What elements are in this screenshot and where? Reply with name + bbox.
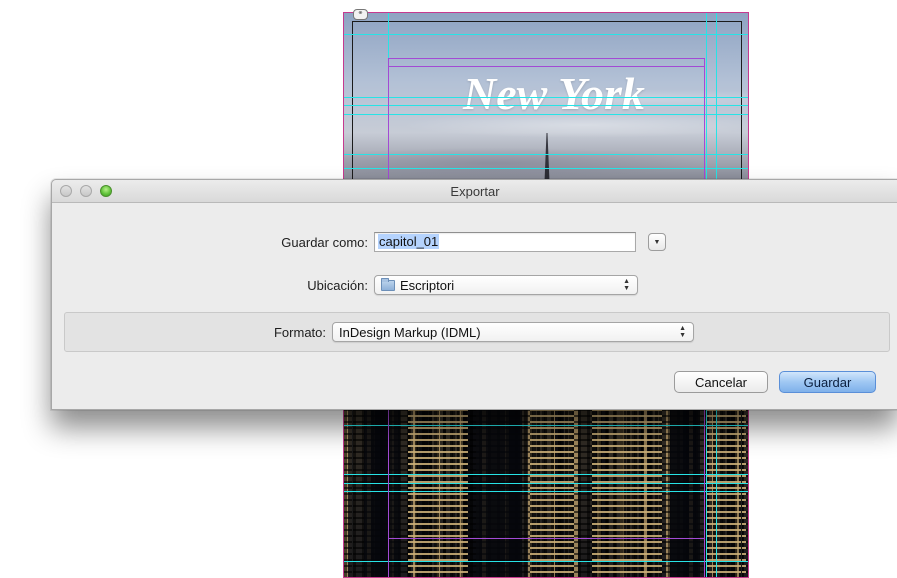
dialog-titlebar[interactable]: Exportar (52, 180, 897, 203)
row-guide[interactable] (344, 425, 748, 426)
row-guide[interactable] (344, 114, 748, 115)
format-value: InDesign Markup (IDML) (339, 324, 481, 340)
export-dialog: Exportar Guardar como: capitol_01 ▼ Ubic… (51, 179, 897, 410)
location-row: Ubicación: Escriptori ▲ ▼ (52, 275, 638, 295)
window-title: Exportar (450, 184, 500, 199)
cancel-button[interactable]: Cancelar (674, 371, 768, 393)
save-as-row: Guardar como: capitol_01 ▼ (52, 232, 672, 252)
row-guide[interactable] (344, 97, 748, 98)
frame-edge (388, 538, 704, 539)
location-label: Ubicación: (307, 277, 368, 293)
location-value: Escriptori (400, 277, 455, 293)
format-row: Formato: InDesign Markup (IDML) ▲ ▼ (52, 322, 694, 342)
link-icon[interactable]: ⚭ (353, 9, 368, 20)
row-guide[interactable] (344, 561, 748, 562)
row-guide[interactable] (344, 154, 748, 155)
expand-browser-button[interactable]: ▼ (648, 233, 666, 251)
row-guide[interactable] (344, 168, 748, 169)
format-popup[interactable]: InDesign Markup (IDML) ▲ ▼ (332, 322, 694, 342)
up-down-arrows-icon: ▲ ▼ (623, 278, 630, 292)
format-label: Formato: (273, 324, 326, 340)
save-as-value: capitol_01 (378, 234, 440, 249)
save-as-field[interactable]: capitol_01 (374, 232, 636, 252)
frame-edge (388, 58, 704, 59)
triangle-down-icon: ▼ (653, 238, 661, 246)
save-as-label: Guardar como: (281, 234, 368, 250)
folder-icon (381, 277, 395, 291)
save-button[interactable]: Guardar (779, 371, 876, 393)
row-guide[interactable] (344, 34, 748, 35)
up-down-arrows-icon: ▲ ▼ (679, 325, 686, 339)
row-guide[interactable] (344, 491, 748, 492)
row-guide[interactable] (344, 483, 748, 484)
row-guide[interactable] (344, 474, 748, 475)
location-popup[interactable]: Escriptori ▲ ▼ (374, 275, 638, 295)
row-guide[interactable] (344, 105, 748, 106)
frame-edge (388, 66, 704, 67)
